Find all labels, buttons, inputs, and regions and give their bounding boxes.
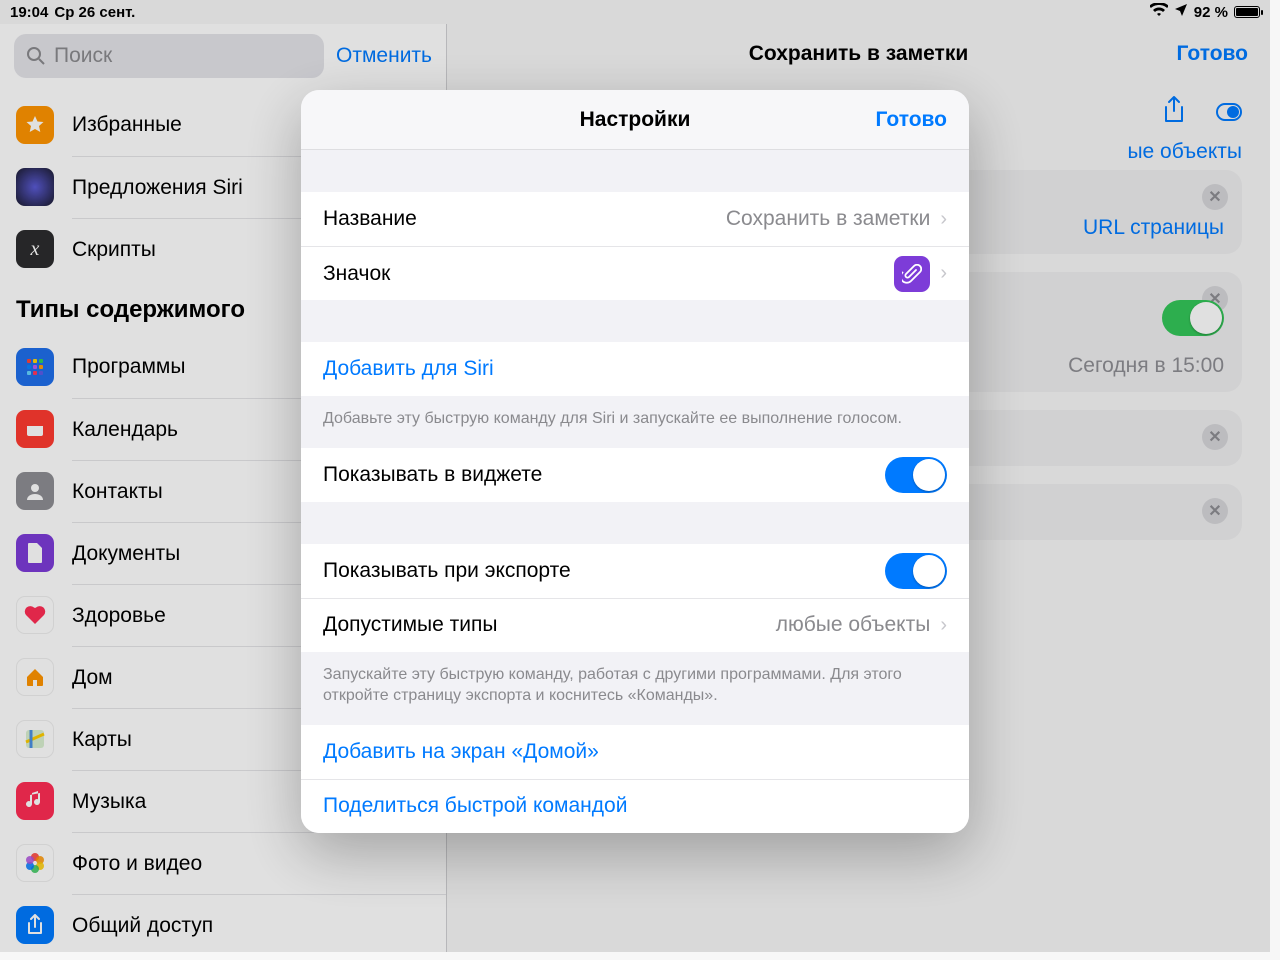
- row-accepted-types[interactable]: Допустимые типы любые объекты ›: [301, 598, 969, 652]
- modal-title: Настройки: [580, 108, 691, 132]
- modal-done-button[interactable]: Готово: [876, 108, 947, 132]
- row-icon[interactable]: Значок ›: [301, 246, 969, 300]
- share-shortcut-label: Поделиться быстрой командой: [323, 794, 627, 818]
- chevron-right-icon: ›: [940, 614, 947, 637]
- name-label: Название: [323, 207, 417, 231]
- row-name[interactable]: Название Сохранить в заметки ›: [301, 192, 969, 246]
- types-value: любые объекты: [776, 613, 931, 637]
- add-to-home-label: Добавить на экран «Домой»: [323, 740, 599, 764]
- icon-label: Значок: [323, 262, 390, 286]
- add-to-siri-label: Добавить для Siri: [323, 357, 494, 381]
- widget-label: Показывать в виджете: [323, 463, 542, 487]
- export-switch[interactable]: [885, 553, 947, 589]
- add-to-home-button[interactable]: Добавить на экран «Домой»: [301, 725, 969, 779]
- modal-header: Настройки Готово: [301, 90, 969, 150]
- row-show-in-widget: Показывать в виджете: [301, 448, 969, 502]
- chevron-right-icon: ›: [940, 208, 947, 231]
- widget-switch[interactable]: [885, 457, 947, 493]
- add-to-siri-button[interactable]: Добавить для Siri: [301, 342, 969, 396]
- export-label: Показывать при экспорте: [323, 559, 571, 583]
- attachment-icon: [894, 256, 930, 292]
- row-show-in-share-sheet: Показывать при экспорте: [301, 544, 969, 598]
- name-value: Сохранить в заметки: [726, 207, 930, 231]
- export-footer-note: Запускайте эту быструю команду, работая …: [301, 652, 969, 725]
- types-label: Допустимые типы: [323, 613, 497, 637]
- siri-footer-note: Добавьте эту быструю команду для Siri и …: [301, 396, 969, 448]
- chevron-right-icon: ›: [940, 262, 947, 285]
- settings-modal: Настройки Готово Название Сохранить в за…: [301, 90, 969, 833]
- share-shortcut-button[interactable]: Поделиться быстрой командой: [301, 779, 969, 833]
